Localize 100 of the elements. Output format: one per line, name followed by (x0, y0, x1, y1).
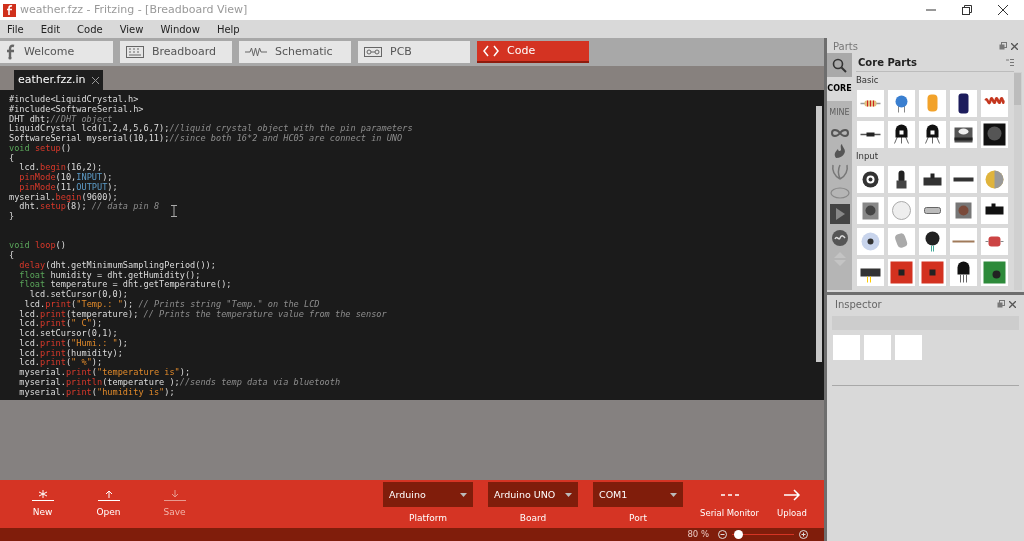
code-line: #include<SoftwareSerial.h> (9, 104, 144, 115)
close-icon[interactable] (1011, 42, 1018, 50)
bin-tab[interactable]: CORE (827, 77, 852, 101)
part-icon[interactable] (857, 258, 884, 286)
menu-item[interactable]: Help (216, 21, 240, 37)
code-line: float humidity = dht.getHumidity(); (18, 270, 201, 281)
serial-monitor-button[interactable]: Serial Monitor (698, 488, 762, 520)
search-icon (832, 57, 847, 73)
menu-item[interactable]: File (7, 21, 24, 37)
part-icon[interactable] (981, 258, 1008, 286)
menu-item[interactable]: Edit (40, 21, 61, 37)
code-line: float temperature = dht.getTemperature(); (18, 280, 232, 290)
part-icon[interactable] (981, 196, 1008, 224)
infinity-icon[interactable] (829, 128, 850, 138)
code-line: myserial.print("humidity is"); (18, 387, 175, 398)
upload-button[interactable]: Upload (775, 488, 809, 520)
part-icon[interactable] (981, 120, 1008, 148)
view-tab[interactable]: Welcome (0, 41, 113, 63)
search-button[interactable] (827, 53, 852, 77)
open-button[interactable]: Open (86, 488, 131, 520)
file-tab[interactable]: eather.fzz.in (14, 70, 103, 90)
part-icon[interactable] (857, 165, 884, 193)
text-cursor-icon (171, 205, 177, 217)
section-label: Basic (856, 74, 880, 87)
zoom-in-icon[interactable] (799, 530, 808, 539)
part-icon[interactable] (857, 196, 884, 224)
dropdown-label: Platform (409, 512, 447, 526)
part-icon[interactable] (950, 89, 977, 117)
code-line: DHT dht;//DHT object (9, 114, 113, 125)
code-line: lcd.begin(16,2); (18, 163, 103, 173)
bin-title: Core Parts (857, 55, 918, 70)
flame-icon[interactable] (832, 143, 847, 159)
code-line: lcd.setCursor(0,1); (18, 329, 118, 339)
scrollbar-thumb[interactable] (1014, 73, 1021, 105)
dropdown[interactable]: Arduino UNO (488, 482, 578, 508)
close-icon[interactable] (1009, 300, 1016, 308)
scrollbar[interactable] (1014, 72, 1022, 290)
menu-icon[interactable] (1006, 58, 1014, 66)
code-editor[interactable] (0, 90, 824, 400)
code-line: } (9, 212, 15, 222)
code-line: dht.setup(8); // data pin 8 (19, 202, 160, 212)
zoom-out-icon[interactable] (718, 530, 727, 539)
scrollbar-thumb[interactable] (816, 106, 822, 362)
pcb-icon (364, 47, 382, 57)
close-icon[interactable] (998, 5, 1008, 15)
code-line: void loop() (9, 241, 66, 251)
menu-item[interactable]: Code (77, 21, 103, 37)
part-icon[interactable] (888, 258, 915, 286)
code-line: { (9, 251, 15, 261)
section-label: Input (856, 149, 879, 163)
part-icon[interactable] (919, 227, 946, 255)
part-icon[interactable] (919, 258, 946, 286)
code-line: #include<LiquidCrystal.h> (9, 95, 139, 105)
zoom-slider[interactable] (732, 530, 794, 539)
part-icon[interactable] (857, 227, 884, 255)
part-icon[interactable] (950, 196, 977, 224)
code-line: SoftwareSerial myserial(10,11);//since both 16*2 and HC05 are connect in UNO (9, 134, 403, 144)
dropdown[interactable]: COM1 (593, 482, 683, 508)
float-icon[interactable] (997, 300, 1005, 308)
code-line: delay(dht.getMinimumSamplingPeriod()); (18, 260, 216, 270)
part-icon[interactable] (950, 120, 977, 148)
window-title: weather.fzz - Fritzing - [Breadboard View] (20, 1, 248, 18)
new-button[interactable]: New (20, 488, 65, 520)
view-tab[interactable]: Schematic (239, 41, 351, 63)
code-line: void setup() (9, 143, 72, 154)
resistor-icon (245, 47, 267, 57)
code-line: myserial.begin(9600); (9, 192, 118, 203)
view-tab[interactable]: Breadboard (120, 41, 232, 63)
down-arrow-icon (162, 488, 187, 501)
part-icon[interactable] (950, 165, 977, 193)
view-tab[interactable]: Code (477, 41, 589, 63)
restore-icon[interactable] (962, 5, 972, 15)
code-line: myserial.println(temperature );//sends temp data via bluetooth (18, 377, 341, 387)
up-arrow-icon (96, 488, 121, 501)
asterisk-icon (30, 488, 55, 501)
view-tab[interactable]: PCB (358, 41, 470, 63)
dropdown[interactable]: Arduino (383, 482, 473, 508)
float-icon[interactable] (999, 42, 1007, 50)
code-line: { (9, 153, 15, 164)
code-line: lcd.print("Humi.: "); (18, 338, 129, 348)
dropdown-label: Board (519, 512, 547, 526)
code-line: pinMode(11,OUTPUT); (19, 182, 118, 192)
zoom-level: 80 % (687, 528, 709, 541)
image-slot (895, 335, 922, 360)
part-icon[interactable] (919, 120, 946, 148)
menu-item[interactable]: View (119, 21, 144, 37)
gauge-icon[interactable] (830, 229, 849, 247)
close-icon[interactable] (91, 76, 99, 84)
code-line: lcd.print(humidity); (18, 348, 123, 359)
play-icon[interactable] (829, 204, 850, 224)
keyboard-icon (126, 46, 144, 58)
part-icon[interactable] (888, 165, 915, 193)
part-icon[interactable] (950, 258, 977, 286)
code-line: pinMode(10,INPUT); (18, 173, 113, 183)
part-icon[interactable] (857, 120, 884, 148)
panel-title: Inspector (835, 297, 883, 312)
menu-item[interactable]: Window (160, 21, 200, 37)
part-icon[interactable] (888, 120, 915, 148)
dropdown-label: Port (629, 512, 647, 526)
part-icon[interactable] (919, 165, 946, 193)
